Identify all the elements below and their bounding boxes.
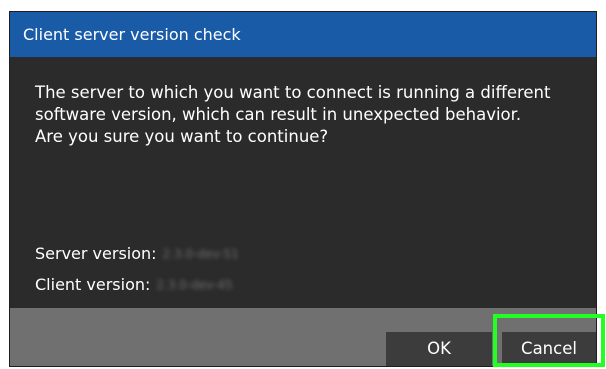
cancel-button[interactable]: Cancel xyxy=(502,332,596,366)
message-line: Are you sure you want to continue? xyxy=(35,127,329,146)
version-check-dialog: Client server version check The server t… xyxy=(10,12,596,366)
dialog-message: The server to which you want to connect … xyxy=(35,82,583,148)
server-version-value: 2.3.0-dev-51 xyxy=(162,247,239,261)
message-line: software version, which can result in un… xyxy=(35,105,522,124)
client-version-label: Client version: xyxy=(35,275,151,294)
dialog-footer: OK Cancel xyxy=(10,308,596,366)
dialog-title: Client server version check xyxy=(10,12,596,57)
client-version-row: Client version: 2.3.0-dev-45 xyxy=(35,274,233,296)
message-line: The server to which you want to connect … xyxy=(35,83,551,102)
server-version-row: Server version: 2.3.0-dev-51 xyxy=(35,243,239,265)
client-version-value: 2.3.0-dev-45 xyxy=(156,278,233,292)
server-version-label: Server version: xyxy=(35,244,157,263)
ok-button[interactable]: OK xyxy=(386,332,492,366)
